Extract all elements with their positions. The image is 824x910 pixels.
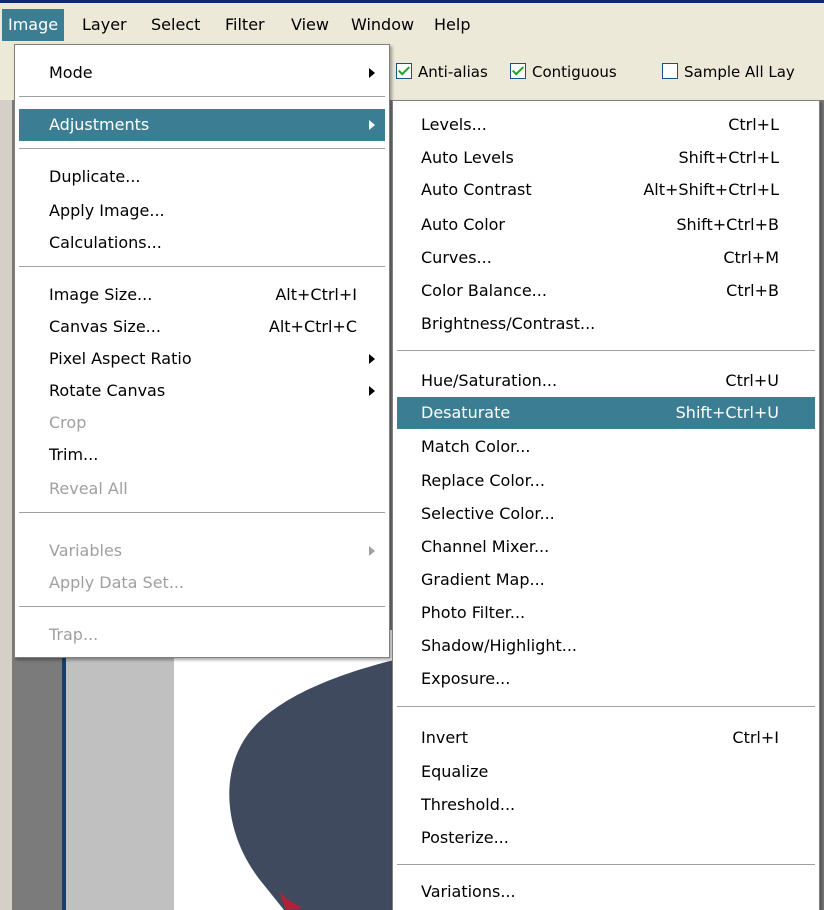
- menu-separator: [19, 606, 385, 608]
- menu-item-pixel-aspect-ratio[interactable]: Pixel Aspect Ratio: [19, 343, 385, 375]
- menu-item-adjustments[interactable]: Adjustments: [19, 109, 385, 141]
- menu-bar: Image Layer Select Filter View Window He…: [0, 0, 824, 44]
- submenu-arrow-icon: [369, 354, 375, 364]
- menu-item-invert[interactable]: Invert Ctrl+I: [397, 722, 815, 754]
- menu-separator: [19, 266, 385, 268]
- canvas-margin: [62, 630, 178, 910]
- menu-item-variables: Variables: [19, 535, 385, 567]
- menu-select[interactable]: Select: [145, 9, 206, 41]
- menu-item-brightness-contrast[interactable]: Brightness/Contrast...: [397, 308, 815, 340]
- submenu-arrow-icon: [369, 68, 375, 78]
- menu-item-auto-levels[interactable]: Auto Levels Shift+Ctrl+L: [397, 142, 815, 174]
- menu-item-variations[interactable]: Variations...: [397, 876, 815, 908]
- menu-layer[interactable]: Layer: [76, 9, 133, 41]
- menu-item-exposure[interactable]: Exposure...: [397, 663, 815, 695]
- contiguous-checkbox[interactable]: [510, 63, 526, 79]
- menu-separator: [19, 148, 385, 150]
- menu-item-replace-color[interactable]: Replace Color...: [397, 465, 815, 497]
- menu-item-curves[interactable]: Curves... Ctrl+M: [397, 242, 815, 274]
- menu-item-calculations[interactable]: Calculations...: [19, 227, 385, 259]
- menu-window[interactable]: Window: [345, 9, 420, 41]
- submenu-arrow-icon: [369, 120, 375, 130]
- menu-item-levels[interactable]: Levels... Ctrl+L: [397, 109, 815, 141]
- menu-item-match-color[interactable]: Match Color...: [397, 431, 815, 463]
- menu-item-threshold[interactable]: Threshold...: [397, 789, 815, 821]
- menu-separator: [19, 512, 385, 514]
- menu-item-apply-image[interactable]: Apply Image...: [19, 195, 385, 227]
- menu-item-equalize[interactable]: Equalize: [397, 756, 815, 788]
- menu-separator: [397, 706, 815, 708]
- menu-item-desaturate[interactable]: Desaturate Shift+Ctrl+U: [397, 397, 815, 429]
- contiguous-option[interactable]: Contiguous: [510, 60, 617, 84]
- submenu-arrow-icon: [369, 546, 375, 556]
- menu-item-duplicate[interactable]: Duplicate...: [19, 161, 385, 193]
- menu-item-gradient-map[interactable]: Gradient Map...: [397, 564, 815, 596]
- menu-item-rotate-canvas[interactable]: Rotate Canvas: [19, 375, 385, 407]
- menu-item-color-balance[interactable]: Color Balance... Ctrl+B: [397, 275, 815, 307]
- menu-item-mode[interactable]: Mode: [19, 57, 385, 89]
- menu-filter[interactable]: Filter: [219, 9, 271, 41]
- menu-item-channel-mixer[interactable]: Channel Mixer...: [397, 531, 815, 563]
- adjustments-submenu: Levels... Ctrl+L Auto Levels Shift+Ctrl+L …: [392, 100, 820, 910]
- menu-item-trim[interactable]: Trim...: [19, 439, 385, 471]
- menu-item-image-size[interactable]: Image Size... Alt+Ctrl+I: [19, 279, 385, 311]
- menu-separator: [19, 96, 385, 98]
- menu-item-photo-filter[interactable]: Photo Filter...: [397, 597, 815, 629]
- menu-item-posterize[interactable]: Posterize...: [397, 822, 815, 854]
- canvas-image: [174, 630, 394, 910]
- menu-help[interactable]: Help: [428, 9, 476, 41]
- menu-item-canvas-size[interactable]: Canvas Size... Alt+Ctrl+C: [19, 311, 385, 343]
- menu-item-auto-color[interactable]: Auto Color Shift+Ctrl+B: [397, 209, 815, 241]
- menu-item-selective-color[interactable]: Selective Color...: [397, 498, 815, 530]
- menu-item-crop: Crop: [49, 413, 87, 432]
- menu-item-auto-contrast[interactable]: Auto Contrast Alt+Shift+Ctrl+L: [397, 174, 815, 206]
- image-menu: Mode Adjustments Duplicate... Apply Imag…: [14, 44, 390, 658]
- anti-alias-checkbox[interactable]: [396, 63, 412, 79]
- menu-item-apply-data-set: Apply Data Set...: [49, 573, 185, 592]
- submenu-arrow-icon: [369, 386, 375, 396]
- menu-item-trap: Trap...: [49, 625, 99, 644]
- menu-separator: [397, 864, 815, 866]
- menu-item-reveal-all: Reveal All: [49, 479, 128, 498]
- sample-all-layers-checkbox[interactable]: [662, 63, 678, 79]
- menu-image[interactable]: Image: [2, 9, 65, 41]
- menu-item-shadow-highlight[interactable]: Shadow/Highlight...: [397, 630, 815, 662]
- anti-alias-option[interactable]: Anti-alias: [396, 60, 488, 84]
- menu-view[interactable]: View: [285, 9, 335, 41]
- sample-all-layers-option[interactable]: Sample All Lay: [662, 60, 795, 84]
- menu-item-hue-saturation[interactable]: Hue/Saturation... Ctrl+U: [397, 365, 815, 397]
- menu-separator: [397, 350, 815, 352]
